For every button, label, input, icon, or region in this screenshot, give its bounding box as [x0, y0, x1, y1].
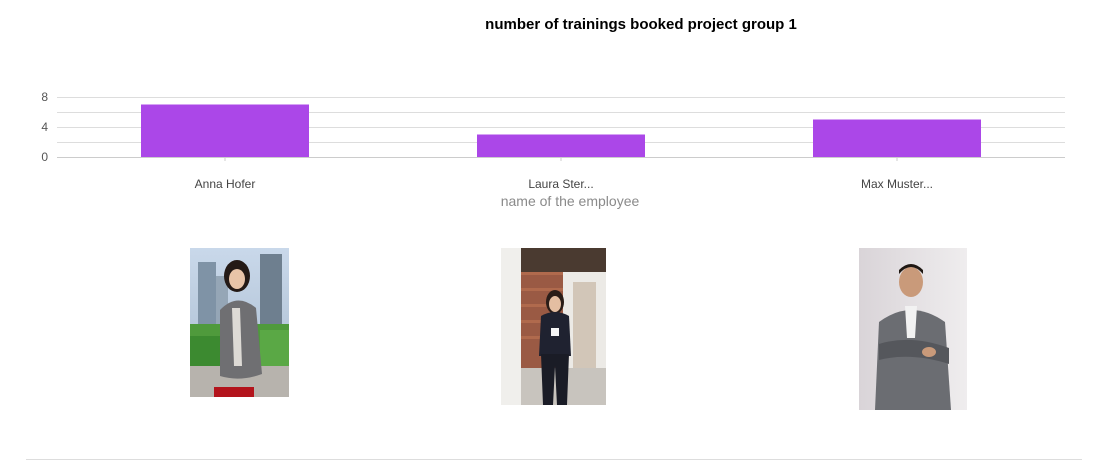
bar[interactable] [477, 134, 645, 158]
y-axis-ticks: 0 4 8 [41, 90, 48, 164]
y-tick-label: 4 [41, 120, 48, 134]
y-tick-label: 0 [41, 150, 48, 164]
x-category-label: Laura Ster... [528, 177, 593, 191]
bar[interactable] [141, 104, 309, 158]
bar[interactable] [813, 119, 981, 158]
x-category-label: Anna Hofer [195, 177, 256, 191]
bottom-divider [26, 459, 1082, 460]
x-axis-categories: Anna Hofer Laura Ster... Max Muster... [195, 157, 933, 191]
employee-photo-max [859, 248, 967, 410]
employee-photo-anna [190, 248, 289, 397]
x-axis-title: name of the employee [500, 193, 640, 209]
x-category-label: Max Muster... [861, 177, 933, 191]
y-tick-label: 8 [41, 90, 48, 104]
employee-photo-laura [501, 248, 606, 405]
